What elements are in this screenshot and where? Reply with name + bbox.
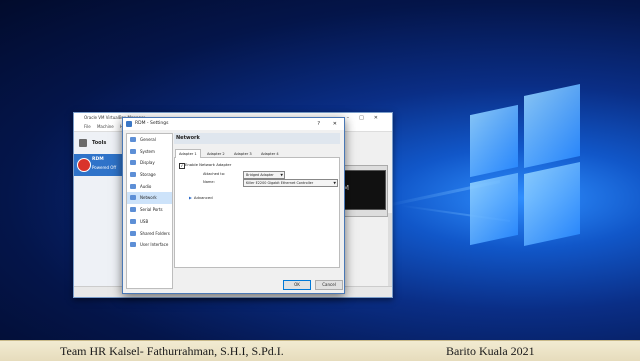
dialog-title-bar: RDM - Settings ? ✕ <box>123 118 344 130</box>
chevron-down-icon: ▼ <box>333 181 336 185</box>
vm-os-icon <box>77 158 91 172</box>
category-general[interactable]: General <box>127 134 172 146</box>
dialog-title: RDM - Settings <box>135 121 169 126</box>
tools-label: Tools <box>92 140 107 146</box>
category-label: Audio <box>140 183 152 189</box>
audio-icon <box>130 183 136 189</box>
category-label: General <box>140 137 156 142</box>
advanced-toggle[interactable]: ▶ Advanced <box>189 195 213 200</box>
category-serial-ports[interactable]: Serial Ports <box>127 204 172 216</box>
adapter-name-value: Killer E2200 Gigabit Ethernet Controller <box>246 181 314 185</box>
category-label: User Interface <box>140 242 169 248</box>
category-shared-folders[interactable]: Shared Folders <box>127 228 172 240</box>
caption-author: Team HR Kalsel- Fathurrahman, S.H.I, S.P… <box>60 344 284 358</box>
adapter-name-select[interactable]: Killer E2200 Gigabit Ethernet Controller… <box>243 179 338 187</box>
tools-item[interactable]: Tools <box>74 132 126 154</box>
category-audio[interactable]: Audio <box>127 181 172 193</box>
vm-state: Powered Off <box>92 165 117 170</box>
ok-button[interactable]: OK <box>283 280 311 290</box>
category-label: USB <box>140 218 149 224</box>
folder-icon <box>130 230 136 236</box>
enable-adapter-label: Enable Network Adapter <box>185 162 232 167</box>
help-button[interactable]: ? <box>317 118 320 130</box>
name-label: Name: <box>203 180 215 184</box>
attached-to-select[interactable]: Bridged Adapter ▼ <box>243 171 285 179</box>
preview-screen: M <box>340 170 386 210</box>
page-title: Network <box>174 133 340 144</box>
expand-arrow-icon: ▶ <box>189 195 192 200</box>
vm-name: RDM <box>92 157 104 162</box>
window-controls[interactable]: –□✕ <box>347 113 388 123</box>
adapter-tabs: Adapter 1 Adapter 2 Adapter 3 Adapter 4 <box>174 149 340 159</box>
storage-icon <box>130 172 136 178</box>
general-icon <box>130 137 136 142</box>
menu-file[interactable]: File <box>84 124 91 129</box>
menu-machine[interactable]: Machine <box>97 124 114 129</box>
attached-to-value: Bridged Adapter <box>246 173 274 177</box>
category-label: Serial Ports <box>140 207 163 213</box>
network-icon <box>130 195 136 201</box>
tools-icon <box>79 139 87 147</box>
adapter-panel: ✓ Enable Network Adapter Attached to: Br… <box>174 158 340 268</box>
network-page: Network Adapter 1 Adapter 2 Adapter 3 Ad… <box>174 133 340 277</box>
category-label: System <box>140 148 155 154</box>
machine-list: Tools RDM Powered Off <box>74 132 127 287</box>
category-label: Shared Folders <box>140 230 170 236</box>
category-label: Network <box>140 195 157 201</box>
usb-icon <box>130 218 136 224</box>
settings-dialog: RDM - Settings ? ✕ General System Displa… <box>122 117 345 294</box>
virtualbox-icon <box>126 121 132 127</box>
caption-banner: Team HR Kalsel- Fathurrahman, S.H.I, S.P… <box>0 340 640 361</box>
category-user-interface[interactable]: User Interface <box>127 239 172 251</box>
category-system[interactable]: System <box>127 146 172 158</box>
category-storage[interactable]: Storage <box>127 169 172 181</box>
manager-scrollbar[interactable] <box>388 213 392 293</box>
close-button[interactable]: ✕ <box>333 118 337 130</box>
category-label: Display <box>140 160 155 166</box>
category-label: Storage <box>140 172 156 178</box>
category-network[interactable]: Network <box>127 192 172 205</box>
windows-logo <box>470 84 580 260</box>
advanced-label: Advanced <box>193 195 213 200</box>
cancel-button[interactable]: Cancel <box>315 280 343 290</box>
system-icon <box>130 148 136 154</box>
caption-location: Barito Kuala 2021 <box>446 344 535 358</box>
category-usb[interactable]: USB <box>127 216 172 228</box>
serial-port-icon <box>130 207 136 213</box>
settings-categories: General System Display Storage Audio Net… <box>126 133 173 289</box>
attached-to-label: Attached to: <box>203 172 226 176</box>
category-display[interactable]: Display <box>127 157 172 169</box>
chevron-down-icon: ▼ <box>280 173 283 177</box>
vm-item-rdm[interactable]: RDM Powered Off <box>74 154 126 176</box>
display-icon <box>130 160 136 166</box>
user-interface-icon <box>130 242 136 248</box>
